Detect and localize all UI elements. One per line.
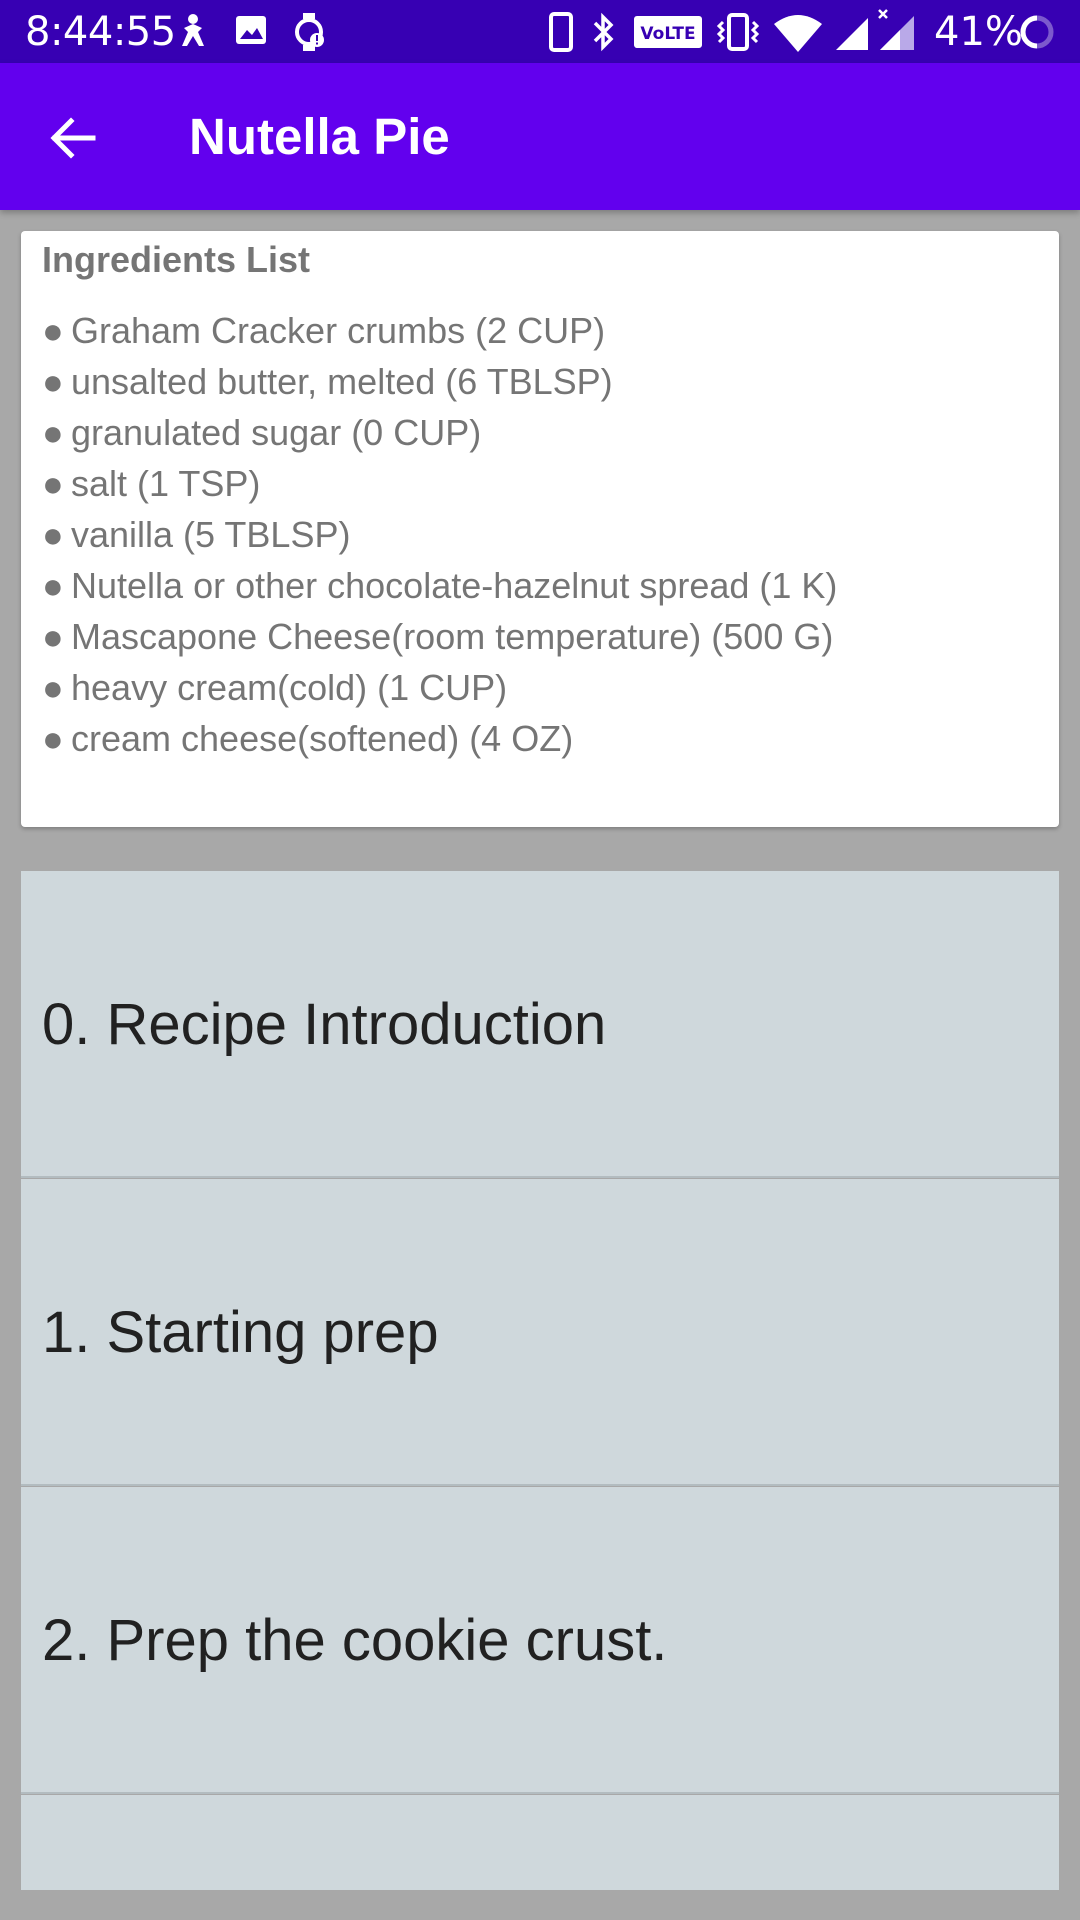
bullet: ● bbox=[42, 514, 64, 555]
bullet: ● bbox=[42, 361, 64, 402]
bullet: ● bbox=[42, 616, 64, 657]
ingredient-item: ● Nutella or other chocolate-hazelnut spr… bbox=[42, 560, 837, 611]
step-item-recipe-introduction[interactable]: 0. Recipe Introduction bbox=[21, 871, 1059, 1178]
back-button[interactable] bbox=[38, 103, 108, 173]
page-title: Nutella Pie bbox=[189, 108, 450, 165]
signal-icon bbox=[834, 14, 870, 57]
signal-x-icon bbox=[876, 8, 916, 57]
phone-icon bbox=[548, 12, 574, 57]
accessibility-icon bbox=[174, 12, 212, 55]
arrow-back-icon bbox=[50, 117, 96, 159]
bullet: ● bbox=[42, 718, 64, 759]
ingredient-text: granulated sugar (0 CUP) bbox=[71, 412, 482, 453]
bullet: ● bbox=[42, 463, 64, 504]
step-item-starting-prep[interactable]: 1. Starting prep bbox=[21, 1179, 1059, 1486]
ingredient-item: ● heavy cream(cold) (1 CUP) bbox=[42, 662, 837, 713]
ingredient-item: ● granulated sugar (0 CUP) bbox=[42, 407, 837, 458]
bluetooth-icon bbox=[588, 12, 618, 57]
ingredient-text: salt (1 TSP) bbox=[71, 463, 261, 504]
battery-ring-icon bbox=[1018, 13, 1056, 56]
bullet: ● bbox=[42, 565, 64, 606]
status-bar: 8:44:55 VoLTE 41% bbox=[0, 0, 1080, 63]
watch-alert-icon bbox=[292, 12, 328, 57]
ingredient-text: Mascapone Cheese(room temperature) (500 … bbox=[71, 616, 834, 657]
ingredient-item: ● vanilla (5 TBLSP) bbox=[42, 509, 837, 560]
ingredient-text: Graham Cracker crumbs (2 CUP) bbox=[71, 310, 606, 351]
ingredient-item: ● Graham Cracker crumbs (2 CUP) bbox=[42, 305, 837, 356]
status-time: 8:44:55 bbox=[25, 9, 176, 55]
ingredient-item: ● Mascapone Cheese(room temperature) (500… bbox=[42, 611, 837, 662]
bullet: ● bbox=[42, 310, 64, 351]
bullet: ● bbox=[42, 412, 64, 453]
image-icon bbox=[233, 12, 269, 53]
step-label: 0. Recipe Introduction bbox=[42, 992, 607, 1057]
ingredients-list: ● Graham Cracker crumbs (2 CUP) ● unsalted… bbox=[42, 305, 837, 764]
ingredient-item: ● salt (1 TSP) bbox=[42, 458, 837, 509]
wifi-icon bbox=[772, 14, 824, 59]
ingredients-title: Ingredients List bbox=[42, 239, 311, 280]
volte-icon: VoLTE bbox=[634, 16, 702, 53]
ingredient-item: ● cream cheese(softened) (4 OZ) bbox=[42, 713, 837, 764]
step-item-prep-cookie-crust[interactable]: 2. Prep the cookie crust. bbox=[21, 1487, 1059, 1794]
step-label: 2. Prep the cookie crust. bbox=[42, 1608, 668, 1673]
step-item[interactable] bbox=[21, 1795, 1059, 1890]
vibrate-icon bbox=[716, 12, 760, 57]
ingredient-text: Nutella or other chocolate-hazelnut spre… bbox=[71, 565, 838, 606]
ingredient-text: unsalted butter, melted (6 TBLSP) bbox=[71, 361, 613, 402]
step-label: 1. Starting prep bbox=[42, 1300, 439, 1365]
ingredient-text: vanilla (5 TBLSP) bbox=[71, 514, 351, 555]
ingredient-text: cream cheese(softened) (4 OZ) bbox=[71, 718, 574, 759]
battery-percentage: 41% bbox=[934, 9, 1023, 55]
app-bar: Nutella Pie bbox=[0, 63, 1080, 210]
ingredient-item: ● unsalted butter, melted (6 TBLSP) bbox=[42, 356, 837, 407]
svg-text:VoLTE: VoLTE bbox=[640, 24, 695, 44]
ingredients-card: Ingredients List ● Graham Cracker crumbs … bbox=[21, 231, 1059, 827]
steps-list: 0. Recipe Introduction 1. Starting prep … bbox=[21, 871, 1059, 1900]
divider bbox=[21, 1484, 1059, 1486]
divider bbox=[21, 1176, 1059, 1178]
bullet: ● bbox=[42, 667, 64, 708]
ingredient-text: heavy cream(cold) (1 CUP) bbox=[71, 667, 508, 708]
divider bbox=[21, 1792, 1059, 1794]
